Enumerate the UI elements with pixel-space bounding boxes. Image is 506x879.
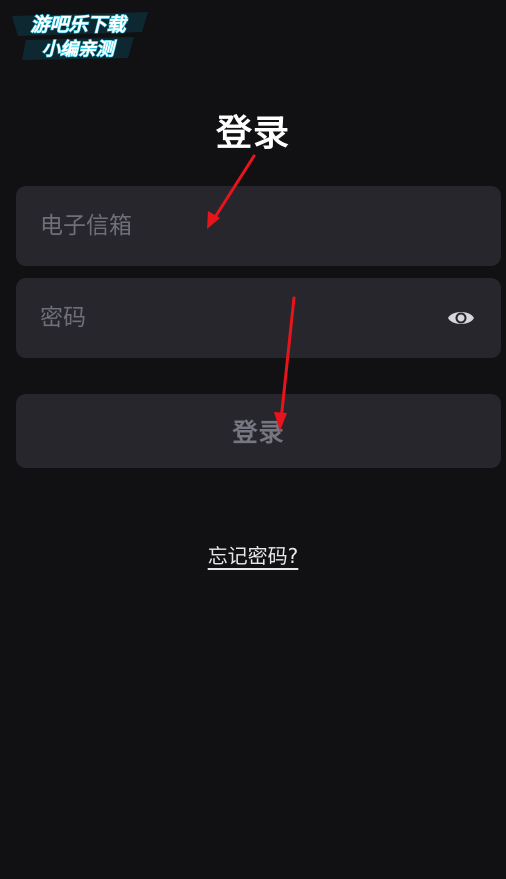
eye-icon[interactable] — [447, 306, 475, 330]
forgot-password-row: 忘记密码? — [0, 540, 506, 569]
email-input[interactable] — [40, 186, 440, 266]
password-field-container[interactable] — [16, 278, 501, 358]
forgot-password-link[interactable]: 忘记密码? — [208, 544, 299, 568]
page-title: 登录 — [215, 113, 290, 154]
password-input[interactable] — [40, 278, 440, 358]
login-button[interactable]: 登录 — [16, 394, 501, 468]
watermark-line1: 游吧乐下载 — [30, 14, 128, 36]
email-field-container[interactable] — [16, 186, 501, 266]
watermark-line2: 小编亲测 — [42, 39, 117, 60]
watermark-logo: 游吧乐下载 小编亲测 — [8, 10, 148, 66]
